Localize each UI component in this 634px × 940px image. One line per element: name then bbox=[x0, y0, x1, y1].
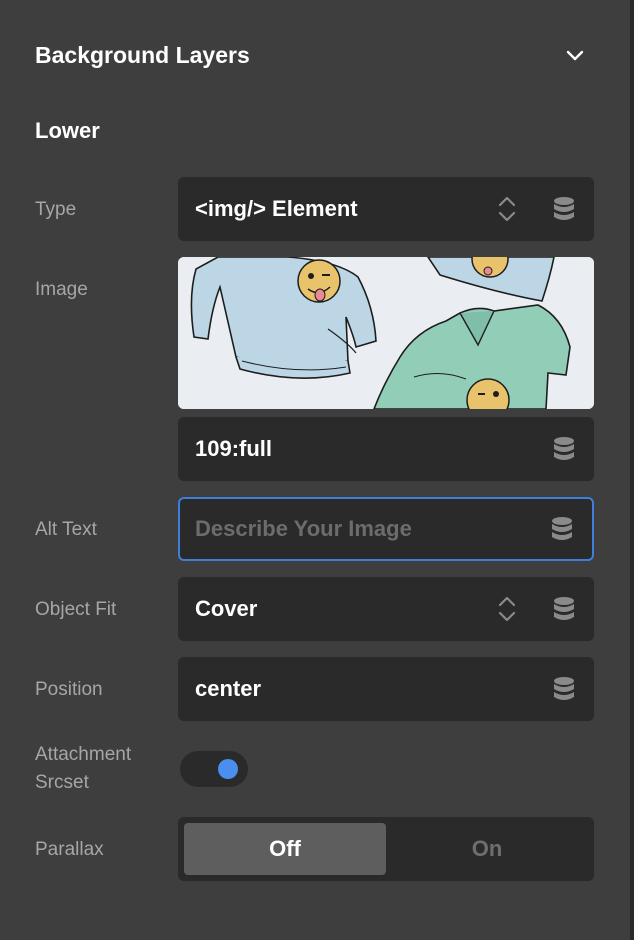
toggle-knob bbox=[218, 759, 238, 779]
parallax-label: Parallax bbox=[35, 839, 104, 860]
panel-title: Background Layers bbox=[35, 41, 250, 68]
image-label: Image bbox=[35, 279, 88, 300]
database-icon[interactable] bbox=[553, 596, 575, 622]
database-icon[interactable] bbox=[553, 436, 575, 462]
attachment-srcset-label: Attachment Srcset bbox=[35, 741, 131, 797]
type-select[interactable]: <img/> Element bbox=[178, 177, 594, 241]
background-layers-panel: Background Layers Lower Type <img/> Elem… bbox=[0, 0, 634, 940]
object-fit-value: Cover bbox=[195, 596, 258, 621]
type-label: Type bbox=[35, 199, 77, 220]
image-size-field[interactable]: 109:full bbox=[178, 417, 594, 481]
alt-text-label: Alt Text bbox=[35, 519, 97, 540]
type-value: <img/> Element bbox=[195, 196, 358, 221]
parallax-on-option[interactable]: On bbox=[386, 823, 588, 875]
section-title: Lower bbox=[35, 118, 100, 143]
object-fit-select[interactable]: Cover bbox=[178, 577, 594, 641]
attachment-srcset-toggle[interactable] bbox=[180, 751, 248, 787]
panel-edge bbox=[630, 0, 634, 940]
position-field[interactable]: center bbox=[178, 657, 594, 721]
background-layers-header[interactable]: Background Layers bbox=[35, 40, 595, 70]
database-icon[interactable] bbox=[553, 196, 575, 222]
image-preview-artwork bbox=[178, 257, 594, 409]
up-down-chevrons-icon bbox=[498, 596, 516, 622]
chevron-down-icon[interactable] bbox=[563, 43, 587, 67]
position-value: center bbox=[195, 676, 262, 701]
database-icon[interactable] bbox=[551, 516, 573, 542]
alt-text-field[interactable] bbox=[178, 497, 594, 561]
attachment-srcset-label-line2: Srcset bbox=[35, 772, 89, 793]
image-size-value: 109:full bbox=[195, 436, 273, 461]
position-label: Position bbox=[35, 679, 103, 700]
image-preview[interactable] bbox=[178, 257, 594, 409]
database-icon[interactable] bbox=[553, 676, 575, 702]
parallax-segmented-control: Off On bbox=[178, 817, 594, 881]
parallax-off-option[interactable]: Off bbox=[184, 823, 386, 875]
up-down-chevrons-icon bbox=[498, 196, 516, 222]
attachment-srcset-label-line1: Attachment bbox=[35, 744, 132, 765]
alt-text-input[interactable] bbox=[195, 516, 551, 542]
object-fit-label: Object Fit bbox=[35, 599, 117, 620]
